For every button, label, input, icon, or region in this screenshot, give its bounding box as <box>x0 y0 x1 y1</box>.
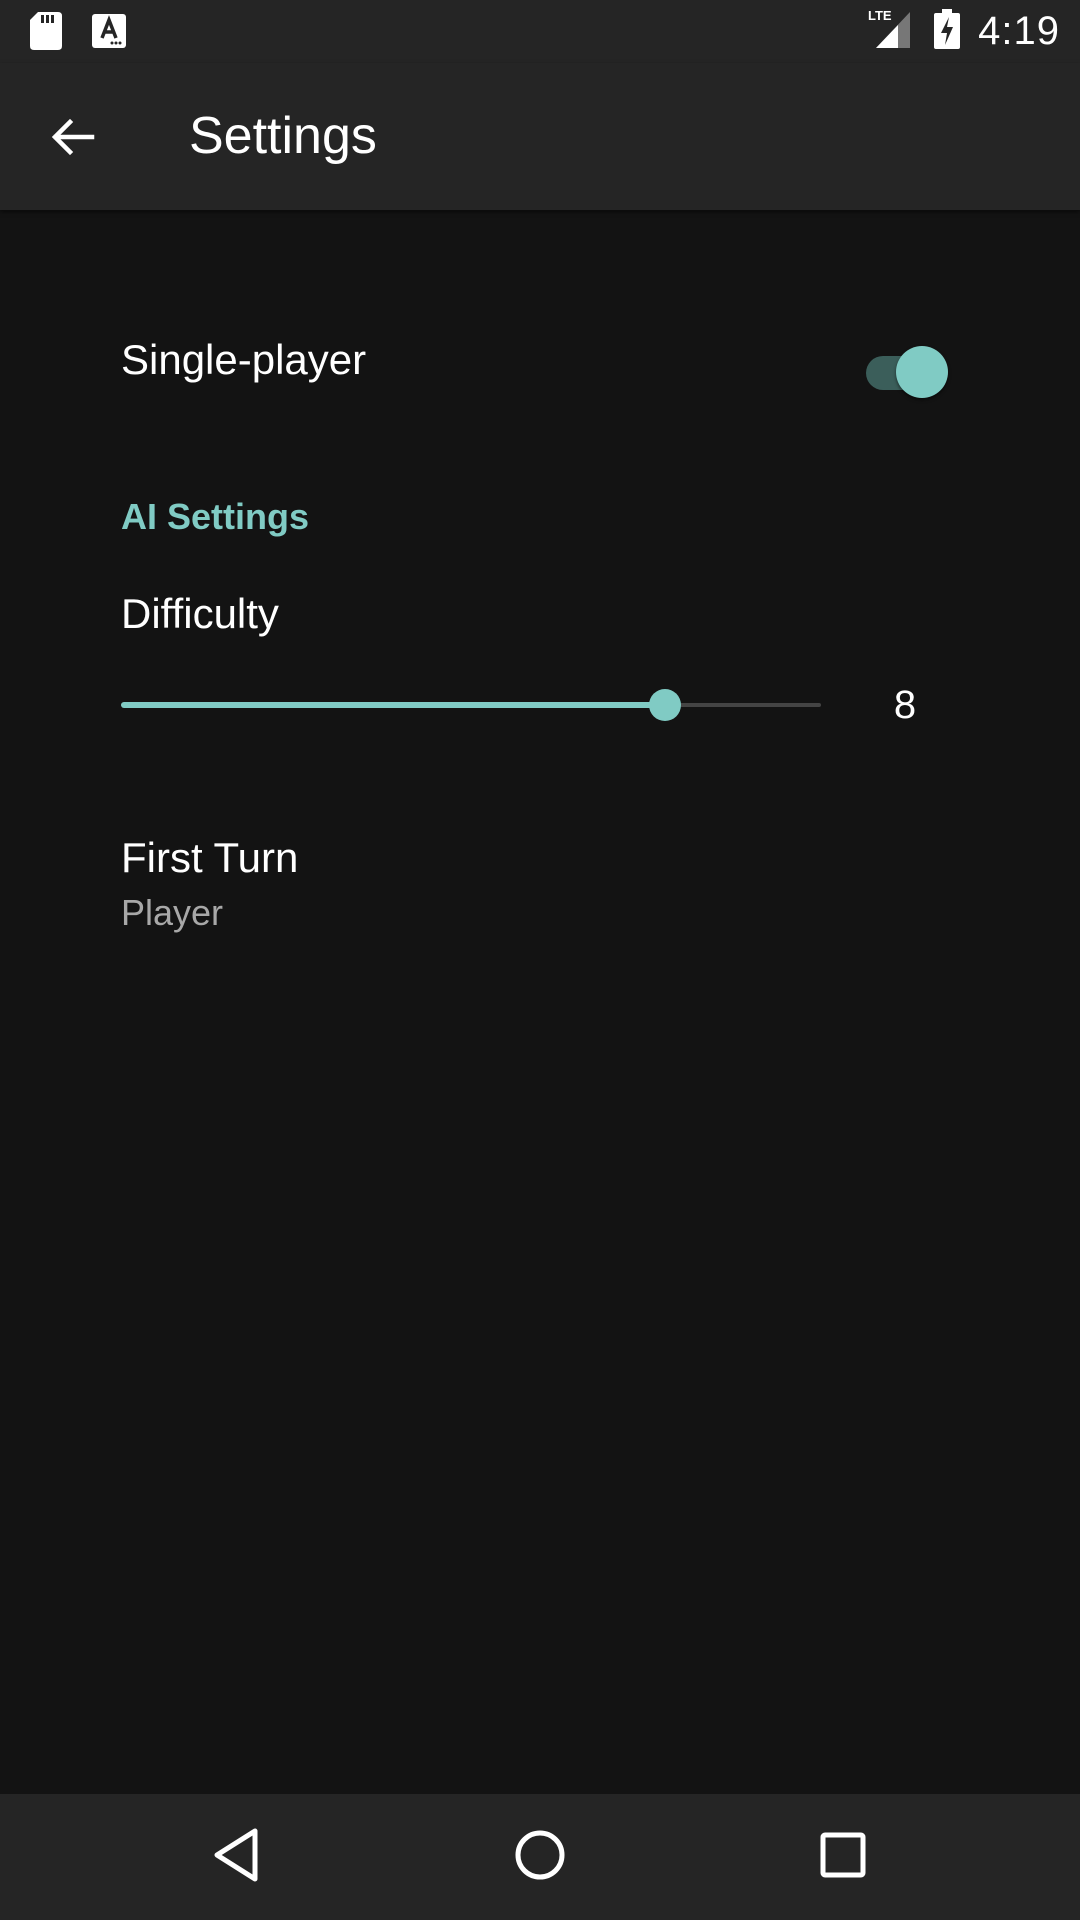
recents-square-icon <box>820 1832 866 1883</box>
status-bar: LTE 4:19 <box>0 0 1080 63</box>
first-turn-preference[interactable]: First Turn Player <box>0 820 1080 950</box>
navigation-bar <box>0 1794 1080 1920</box>
status-time: 4:19 <box>978 9 1060 53</box>
lte-signal-icon: LTE <box>868 8 916 55</box>
first-turn-label: First Turn <box>121 834 299 881</box>
nav-back-button[interactable] <box>196 1817 276 1897</box>
nav-home-button[interactable] <box>500 1817 580 1897</box>
single-player-preference[interactable]: Single-player <box>0 290 1080 430</box>
ai-settings-category-header: AI Settings <box>121 496 310 537</box>
difficulty-slider[interactable] <box>121 680 821 730</box>
difficulty-value: 8 <box>893 683 917 727</box>
switch-thumb <box>896 346 948 398</box>
status-system: LTE 4:19 <box>868 8 1060 55</box>
single-player-switch[interactable] <box>866 342 950 398</box>
first-turn-summary: Player <box>121 892 224 933</box>
single-player-label: Single-player <box>121 336 367 383</box>
home-circle-icon <box>514 1829 566 1886</box>
sd-card-icon <box>30 12 62 55</box>
difficulty-label: Difficulty <box>121 590 279 637</box>
svg-text:LTE: LTE <box>868 8 892 23</box>
page-title: Settings <box>189 107 377 165</box>
arrow-back-icon <box>48 113 96 166</box>
nav-recents-button[interactable] <box>803 1817 883 1897</box>
status-notifications <box>30 12 126 55</box>
app-bar: Settings <box>0 63 1080 210</box>
slider-fill <box>121 702 665 708</box>
settings-screen: LTE 4:19 Settings Single-player AI Setti… <box>0 0 1080 1920</box>
battery-charging-icon <box>934 9 961 54</box>
back-button[interactable] <box>24 91 120 187</box>
font-download-icon <box>92 14 126 53</box>
back-triangle-icon <box>211 1827 261 1888</box>
slider-thumb[interactable] <box>649 689 681 721</box>
